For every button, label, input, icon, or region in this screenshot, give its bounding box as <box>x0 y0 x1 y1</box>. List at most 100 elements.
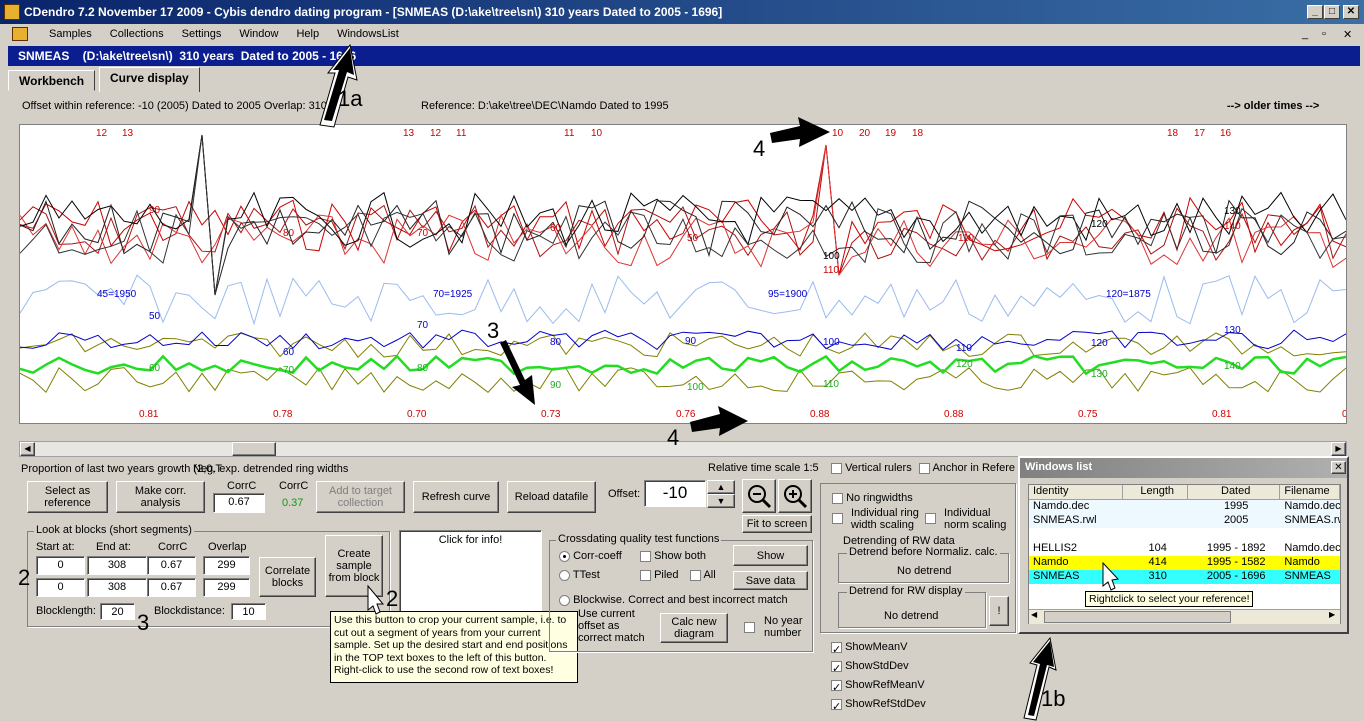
top-year-label: 20 <box>859 128 871 139</box>
wl-cell: Namdo.dec <box>1284 542 1341 554</box>
tab-curve-display[interactable]: Curve display <box>99 67 200 92</box>
show-both-checkbox[interactable] <box>640 550 651 562</box>
mdi-close-icon[interactable]: ✕ <box>1343 28 1352 41</box>
block-end-input-1[interactable]: 308 <box>87 556 147 575</box>
windows-list-scrollbar[interactable]: ◀ ▶ <box>1029 609 1340 624</box>
use-current-label: Use current offset as correct match <box>578 608 645 644</box>
info-box[interactable]: Click for info! <box>399 530 542 614</box>
no-detrend-2[interactable]: No detrend <box>884 610 938 622</box>
norm-year-mark: 120=1875 <box>1106 289 1151 300</box>
block-start-input-1[interactable]: 0 <box>36 556 85 575</box>
wl-scroll-thumb[interactable] <box>1044 611 1231 623</box>
curve-chart[interactable]: 12 13 13 12 11 11 10 10 20 19 18 18 17 16 90 80 70 60 50 10… <box>19 124 1347 424</box>
vertical-rulers-label: Vertical rulers <box>845 462 912 474</box>
wl-col-identity[interactable]: Identity <box>1029 485 1124 499</box>
norm-year-mark: 100 <box>687 382 704 393</box>
wl-col-filename[interactable]: Filename <box>1280 485 1341 499</box>
block-end-input-2[interactable]: 308 <box>87 578 147 597</box>
no-detrend-1[interactable]: No detrend <box>897 565 951 577</box>
show-refmeanv-checkbox[interactable]: ✓ <box>831 679 842 694</box>
zoom-in-icon[interactable] <box>778 479 812 513</box>
wl-cell: HELLIS2 <box>1033 542 1078 554</box>
all-checkbox[interactable] <box>690 569 701 581</box>
wl-row[interactable]: SNMEAS.rwl 2005 SNMEAS.rwl <box>1029 514 1340 528</box>
end-at-label: End at: <box>96 541 131 553</box>
refresh-curve-button[interactable]: Refresh curve <box>413 481 499 513</box>
wl-row[interactable]: Namdo 414 1995 - 1582 Namdo <box>1029 556 1340 570</box>
corr-coeff-radio[interactable] <box>559 550 570 562</box>
show-stddev-checkbox[interactable]: ✓ <box>831 660 842 675</box>
tab-workbench[interactable]: Workbench <box>8 70 96 91</box>
individual-scaling-checkbox[interactable] <box>832 512 843 524</box>
blocklength-input[interactable]: 20 <box>100 603 135 620</box>
blockdistance-input[interactable]: 10 <box>231 603 266 620</box>
reload-datafile-button[interactable]: Reload datafile <box>507 481 596 513</box>
make-corr-button[interactable]: Make corr. analysis <box>116 481 205 513</box>
vertical-rulers-checkbox[interactable] <box>831 462 842 474</box>
select-reference-button[interactable]: Select as reference <box>27 481 108 513</box>
wl-scroll-right-icon[interactable]: ▶ <box>1329 610 1335 619</box>
save-data-button[interactable]: Save data <box>733 571 808 590</box>
correlate-blocks-button[interactable]: Correlate blocks <box>259 557 316 597</box>
close-button[interactable]: ✕ <box>1343 5 1359 19</box>
horizontal-scrollbar[interactable]: ◀ ▶ <box>19 441 1347 457</box>
wl-cell <box>1123 514 1188 528</box>
show-meanv-checkbox[interactable]: ✓ <box>831 641 842 656</box>
scroll-left-icon[interactable]: ◀ <box>20 442 35 456</box>
wl-row[interactable] <box>1029 528 1340 542</box>
mdi-restore-icon[interactable]: ▫ <box>1322 28 1326 40</box>
show-refstddev-label: ShowRefStdDev <box>845 698 926 710</box>
wl-col-dated[interactable]: Dated <box>1188 485 1281 499</box>
wl-cell <box>1123 528 1188 542</box>
show-button[interactable]: Show <box>733 545 808 566</box>
wl-row[interactable]: HELLIS2 104 1995 - 1892 Namdo.dec <box>1029 542 1340 556</box>
wl-cell: Namdo.dec <box>1033 500 1090 512</box>
ttest-radio[interactable] <box>559 569 570 581</box>
corr-value-label: 0.73 <box>541 409 561 420</box>
block-corrc-2: 0.67 <box>147 578 196 597</box>
anchor-checkbox[interactable] <box>919 462 930 474</box>
menu-window[interactable]: Window <box>230 28 287 40</box>
wl-row[interactable]: Namdo.dec 1995 Namdo.dec <box>1029 500 1340 514</box>
no-ringwidths-checkbox[interactable] <box>832 492 843 504</box>
blockwise-radio[interactable] <box>559 594 570 606</box>
block-start-input-2[interactable]: 0 <box>36 578 85 597</box>
top-year-label: 18 <box>1167 128 1179 139</box>
exclamation-button[interactable]: ! <box>989 596 1009 626</box>
norm-year-mark: 120 <box>956 359 973 370</box>
menu-windowslist[interactable]: WindowsList <box>328 28 408 40</box>
individual-norm-checkbox[interactable] <box>925 512 936 524</box>
ring-year-mark: 80 <box>283 228 295 239</box>
wl-col-length[interactable]: Length <box>1123 485 1188 499</box>
calc-new-diagram-button[interactable]: Calc new diagram <box>660 613 728 643</box>
norm-year-mark: 120 <box>1091 338 1108 349</box>
offset-input[interactable]: -10 <box>644 480 706 507</box>
create-sample-button[interactable]: Create sample from block <box>325 535 383 597</box>
add-to-target-button[interactable]: Add to target collection <box>316 481 405 513</box>
scroll-thumb[interactable] <box>232 442 276 456</box>
windows-list-close-icon[interactable]: ✕ <box>1331 461 1346 474</box>
detrend-display-label: Detrend for RW display <box>847 585 965 597</box>
show-stddev-label: ShowStdDev <box>845 660 909 672</box>
menu-samples[interactable]: Samples <box>40 28 101 40</box>
offset-down-icon[interactable]: ▼ <box>707 494 735 508</box>
menu-collections[interactable]: Collections <box>101 28 173 40</box>
mdi-minimize-icon[interactable]: _ <box>1302 28 1308 40</box>
annotation-3-bottom: 3 <box>137 610 150 635</box>
ring-year-mark: 130 <box>1224 206 1241 217</box>
piled-checkbox[interactable] <box>640 569 651 581</box>
no-year-checkbox[interactable] <box>744 621 755 633</box>
wl-scroll-left-icon[interactable]: ◀ <box>1031 610 1037 619</box>
minimize-button[interactable]: _ <box>1307 5 1323 19</box>
ring-year-mark: 120 <box>1091 219 1108 230</box>
menu-help[interactable]: Help <box>287 28 328 40</box>
zoom-out-icon[interactable] <box>742 479 776 513</box>
fit-to-screen-button[interactable]: Fit to screen <box>742 515 812 533</box>
menu-settings[interactable]: Settings <box>173 28 231 40</box>
offset-up-icon[interactable]: ▲ <box>707 480 735 494</box>
show-refstddev-checkbox[interactable]: ✓ <box>831 698 842 713</box>
wl-row[interactable]: SNMEAS 310 2005 - 1696 SNMEAS <box>1029 570 1340 584</box>
scroll-right-icon[interactable]: ▶ <box>1331 442 1346 456</box>
maximize-button[interactable]: □ <box>1324 5 1340 19</box>
blocks-title: Look at blocks (short segments) <box>34 524 194 536</box>
